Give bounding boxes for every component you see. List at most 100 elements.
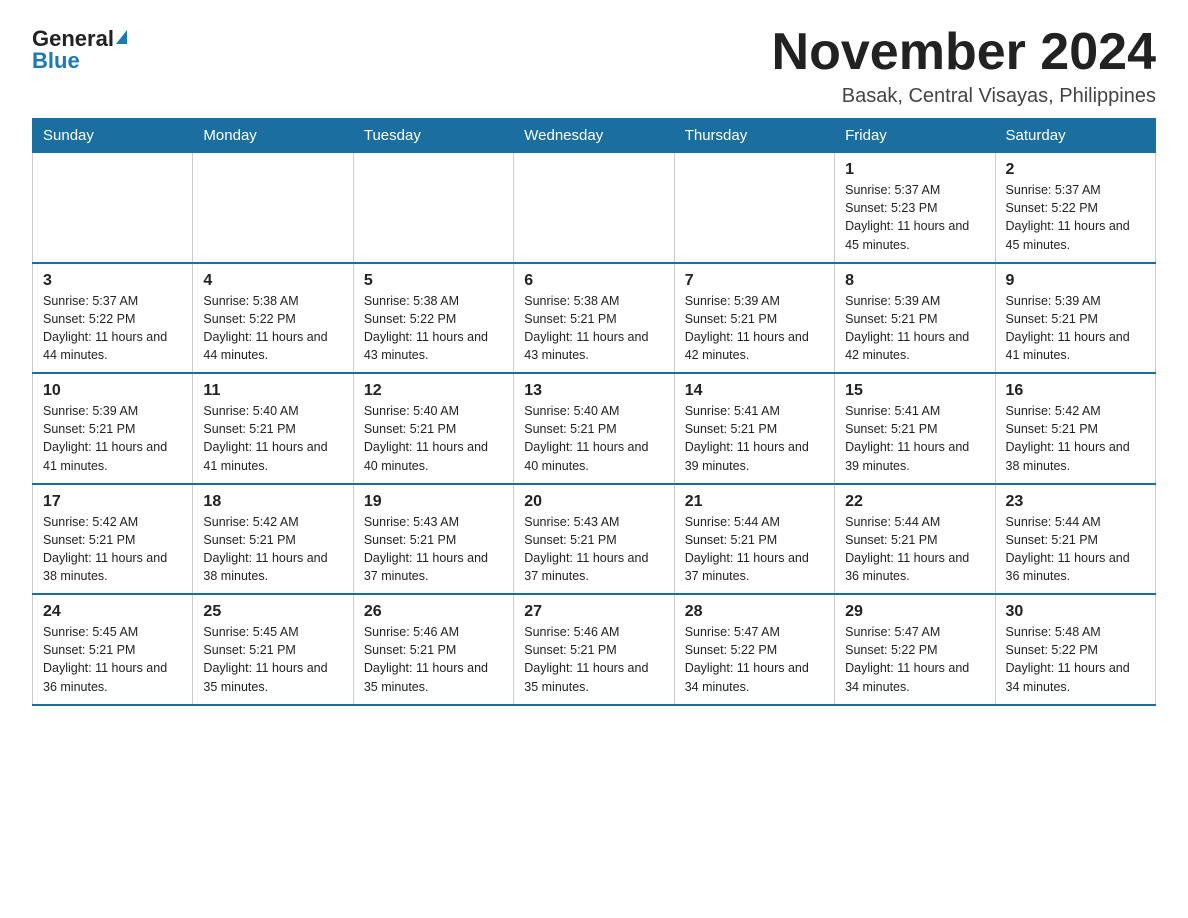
day-info: Sunrise: 5:40 AMSunset: 5:21 PMDaylight:… [524,402,663,475]
day-number: 7 [685,272,824,290]
calendar-cell: 28 Sunrise: 5:47 AMSunset: 5:22 PMDayligh… [674,594,834,705]
day-info: Sunrise: 5:42 AMSunset: 5:21 PMDaylight:… [43,513,182,586]
calendar-week-row: 3 Sunrise: 5:37 AMSunset: 5:22 PMDaylight… [33,263,1156,374]
day-info: Sunrise: 5:43 AMSunset: 5:21 PMDaylight:… [524,513,663,586]
calendar-cell: 27Sunrise: 5:46 AMSunset: 5:21 PMDayligh… [514,594,674,705]
day-number: 23 [1006,493,1145,511]
day-info: Sunrise: 5:47 AMSunset: 5:22 PMDaylight:… [845,623,984,696]
day-number: 10 [43,382,182,400]
day-info: Sunrise: 5:40 AMSunset: 5:21 PMDaylight:… [364,402,503,475]
day-number: 21 [685,493,824,511]
calendar-cell [353,153,513,263]
day-number: 1 [845,161,984,179]
day-number: 28 [685,603,824,621]
calendar-cell: 12 Sunrise: 5:40 AMSunset: 5:21 PMDayligh… [353,373,513,484]
day-number: 11 [203,382,342,400]
day-number: 4 [203,272,342,290]
calendar-cell: 7 Sunrise: 5:39 AMSunset: 5:21 PMDaylight… [674,263,834,374]
calendar-cell: 11 Sunrise: 5:40 AMSunset: 5:21 PMDayligh… [193,373,353,484]
day-info: Sunrise: 5:46 AMSunset: 5:21 PMDaylight:… [524,623,663,696]
calendar-cell: 16Sunrise: 5:42 AMSunset: 5:21 PMDayligh… [995,373,1155,484]
weekday-header-friday: Friday [835,119,995,153]
day-number: 9 [1006,272,1145,290]
title-section: November 2024 Basak, Central Visayas, Ph… [772,24,1156,108]
day-info: Sunrise: 5:47 AMSunset: 5:22 PMDaylight:… [685,623,824,696]
day-info: Sunrise: 5:38 AMSunset: 5:21 PMDaylight:… [524,292,663,365]
calendar-week-row: 17 Sunrise: 5:42 AMSunset: 5:21 PMDayligh… [33,484,1156,595]
calendar-header-row: SundayMondayTuesdayWednesdayThursdayFrid… [33,119,1156,153]
calendar-cell: 24Sunrise: 5:45 AMSunset: 5:21 PMDayligh… [33,594,193,705]
calendar-cell: 29 Sunrise: 5:47 AMSunset: 5:22 PMDayligh… [835,594,995,705]
day-number: 22 [845,493,984,511]
day-info: Sunrise: 5:44 AMSunset: 5:21 PMDaylight:… [1006,513,1145,586]
day-info: Sunrise: 5:48 AMSunset: 5:22 PMDaylight:… [1006,623,1145,696]
calendar-cell: 3 Sunrise: 5:37 AMSunset: 5:22 PMDaylight… [33,263,193,374]
day-info: Sunrise: 5:43 AMSunset: 5:21 PMDaylight:… [364,513,503,586]
logo-blue-text: Blue [32,50,80,72]
day-number: 20 [524,493,663,511]
day-info: Sunrise: 5:41 AMSunset: 5:21 PMDaylight:… [845,402,984,475]
day-number: 16 [1006,382,1145,400]
calendar-cell: 25 Sunrise: 5:45 AMSunset: 5:21 PMDayligh… [193,594,353,705]
month-title: November 2024 [772,24,1156,81]
day-number: 25 [203,603,342,621]
weekday-header-wednesday: Wednesday [514,119,674,153]
weekday-header-monday: Monday [193,119,353,153]
page-header: General Blue November 2024 Basak, Centra… [32,24,1156,108]
day-number: 5 [364,272,503,290]
calendar-cell: 30 Sunrise: 5:48 AMSunset: 5:22 PMDayligh… [995,594,1155,705]
weekday-header-tuesday: Tuesday [353,119,513,153]
logo: General Blue [32,28,127,72]
day-number: 3 [43,272,182,290]
weekday-header-thursday: Thursday [674,119,834,153]
day-info: Sunrise: 5:39 AMSunset: 5:21 PMDaylight:… [685,292,824,365]
calendar-cell [33,153,193,263]
day-info: Sunrise: 5:39 AMSunset: 5:21 PMDaylight:… [845,292,984,365]
calendar-cell: 14Sunrise: 5:41 AMSunset: 5:21 PMDayligh… [674,373,834,484]
calendar-cell: 6 Sunrise: 5:38 AMSunset: 5:21 PMDaylight… [514,263,674,374]
calendar-table: SundayMondayTuesdayWednesdayThursdayFrid… [32,118,1156,706]
day-info: Sunrise: 5:44 AMSunset: 5:21 PMDaylight:… [685,513,824,586]
day-info: Sunrise: 5:38 AMSunset: 5:22 PMDaylight:… [364,292,503,365]
day-number: 24 [43,603,182,621]
calendar-cell: 19 Sunrise: 5:43 AMSunset: 5:21 PMDayligh… [353,484,513,595]
day-number: 18 [203,493,342,511]
day-number: 12 [364,382,503,400]
calendar-cell: 8Sunrise: 5:39 AMSunset: 5:21 PMDaylight… [835,263,995,374]
calendar-cell: 1 Sunrise: 5:37 AMSunset: 5:23 PMDaylight… [835,153,995,263]
day-number: 26 [364,603,503,621]
calendar-cell: 23 Sunrise: 5:44 AMSunset: 5:21 PMDayligh… [995,484,1155,595]
location-title: Basak, Central Visayas, Philippines [772,85,1156,108]
calendar-cell: 22Sunrise: 5:44 AMSunset: 5:21 PMDayligh… [835,484,995,595]
day-info: Sunrise: 5:46 AMSunset: 5:21 PMDaylight:… [364,623,503,696]
day-info: Sunrise: 5:38 AMSunset: 5:22 PMDaylight:… [203,292,342,365]
calendar-week-row: 1 Sunrise: 5:37 AMSunset: 5:23 PMDaylight… [33,153,1156,263]
calendar-cell: 4 Sunrise: 5:38 AMSunset: 5:22 PMDaylight… [193,263,353,374]
day-info: Sunrise: 5:45 AMSunset: 5:21 PMDaylight:… [203,623,342,696]
day-number: 30 [1006,603,1145,621]
day-number: 17 [43,493,182,511]
day-info: Sunrise: 5:42 AMSunset: 5:21 PMDaylight:… [203,513,342,586]
day-number: 15 [845,382,984,400]
day-info: Sunrise: 5:37 AMSunset: 5:23 PMDaylight:… [845,181,984,254]
day-number: 19 [364,493,503,511]
day-number: 2 [1006,161,1145,179]
weekday-header-saturday: Saturday [995,119,1155,153]
day-info: Sunrise: 5:40 AMSunset: 5:21 PMDaylight:… [203,402,342,475]
day-info: Sunrise: 5:37 AMSunset: 5:22 PMDaylight:… [43,292,182,365]
calendar-cell: 13 Sunrise: 5:40 AMSunset: 5:21 PMDayligh… [514,373,674,484]
day-info: Sunrise: 5:39 AMSunset: 5:21 PMDaylight:… [43,402,182,475]
calendar-cell: 5 Sunrise: 5:38 AMSunset: 5:22 PMDaylight… [353,263,513,374]
calendar-cell: 2Sunrise: 5:37 AMSunset: 5:22 PMDaylight… [995,153,1155,263]
day-number: 13 [524,382,663,400]
calendar-cell: 9Sunrise: 5:39 AMSunset: 5:21 PMDaylight… [995,263,1155,374]
day-number: 14 [685,382,824,400]
day-number: 29 [845,603,984,621]
calendar-week-row: 10 Sunrise: 5:39 AMSunset: 5:21 PMDayligh… [33,373,1156,484]
logo-general-text: General [32,28,114,50]
calendar-cell [193,153,353,263]
day-number: 6 [524,272,663,290]
calendar-cell: 17 Sunrise: 5:42 AMSunset: 5:21 PMDayligh… [33,484,193,595]
calendar-cell: 10 Sunrise: 5:39 AMSunset: 5:21 PMDayligh… [33,373,193,484]
calendar-cell: 21 Sunrise: 5:44 AMSunset: 5:21 PMDayligh… [674,484,834,595]
